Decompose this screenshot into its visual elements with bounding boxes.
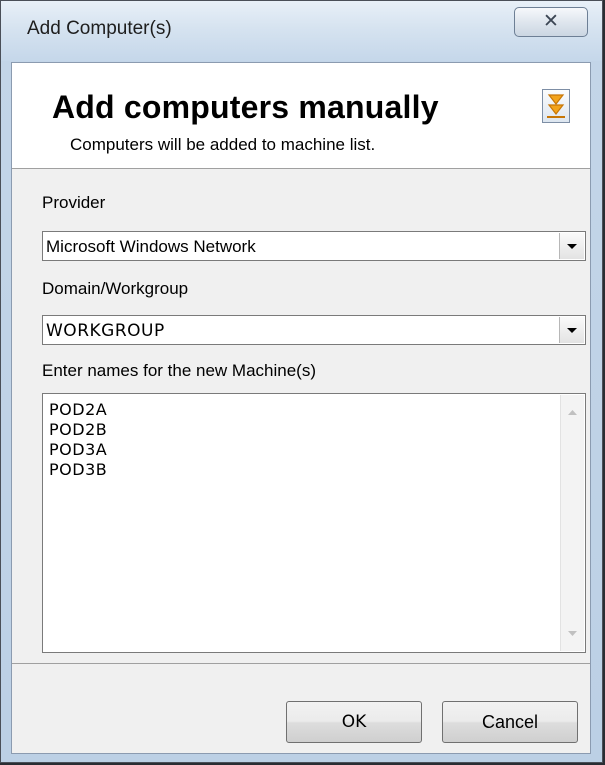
window-title: Add Computer(s) — [27, 18, 172, 39]
chevron-up-icon — [568, 410, 577, 415]
chevron-down-icon — [567, 244, 577, 249]
chevron-down-icon — [568, 631, 577, 636]
machine-names-textarea[interactable]: POD2A POD2B POD3A POD3B — [42, 393, 586, 653]
cancel-button[interactable]: Cancel — [442, 701, 578, 743]
close-button[interactable]: ✕ — [514, 7, 588, 37]
header-title: Add computers manually — [52, 89, 439, 125]
dialog-body: Add computers manually Computers will be… — [11, 62, 591, 754]
add-computers-dialog: Add Computer(s) ✕ Add computers manually… — [0, 0, 603, 763]
domain-value: WORKGROUP — [46, 321, 165, 341]
ok-button[interactable]: OK — [286, 701, 422, 743]
scroll-down-button[interactable] — [561, 623, 584, 645]
double-chevron-down-icon — [547, 94, 565, 118]
provider-select[interactable]: Microsoft Windows Network — [42, 231, 586, 261]
expand-button[interactable] — [542, 89, 570, 123]
title-bar[interactable]: Add Computer(s) ✕ — [1, 1, 602, 61]
provider-label: Provider — [42, 193, 106, 212]
provider-value: Microsoft Windows Network — [46, 237, 256, 256]
machine-names-list: POD2A POD2B POD3A POD3B — [49, 400, 107, 480]
machine-name-line: POD3A — [49, 440, 108, 459]
chevron-down-icon — [567, 328, 577, 333]
domain-select[interactable]: WORKGROUP — [42, 315, 586, 345]
machine-name-line: POD3B — [49, 460, 108, 479]
domain-dropdown-button[interactable] — [559, 317, 584, 343]
machine-name-line: POD2B — [49, 420, 108, 439]
machine-name-line: POD2A — [49, 400, 108, 419]
machine-names-label: Enter names for the new Machine(s) — [42, 361, 317, 380]
provider-dropdown-button[interactable] — [559, 233, 584, 259]
dialog-header: Add computers manually Computers will be… — [12, 63, 590, 169]
domain-label: Domain/Workgroup — [42, 279, 189, 298]
header-subtitle: Computers will be added to machine list. — [70, 135, 376, 154]
vertical-scrollbar[interactable] — [560, 395, 584, 651]
footer-divider — [12, 663, 590, 664]
scroll-up-button[interactable] — [561, 401, 584, 423]
close-icon: ✕ — [543, 10, 559, 32]
